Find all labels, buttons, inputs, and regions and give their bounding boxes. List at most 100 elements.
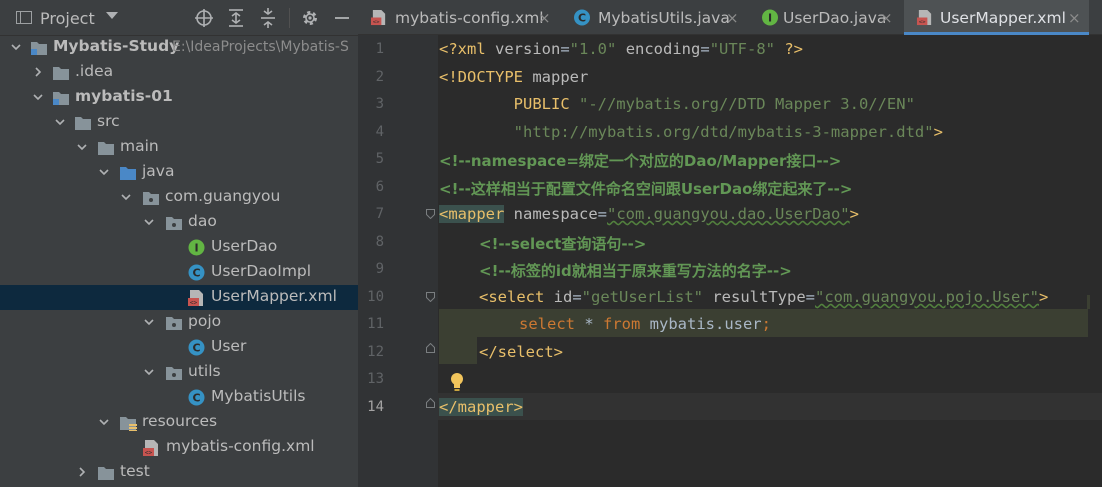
token-keyword: from	[603, 315, 641, 333]
tree-item-resources[interactable]: resources	[0, 410, 358, 435]
token-string: "com.guangyou.pojo.User"	[815, 288, 1039, 306]
tree-item-pojo[interactable]: pojo	[0, 310, 358, 335]
chevron-down-icon[interactable]	[54, 116, 66, 128]
chevron-down-icon[interactable]	[98, 166, 110, 178]
line-number: 1	[375, 41, 384, 57]
chevron-right-icon[interactable]	[76, 466, 88, 478]
project-tree: Mybatis-Study E:\IdeaProjects\Mybatis-S …	[0, 35, 358, 487]
chevron-down-icon[interactable]	[98, 416, 110, 428]
tree-item-src[interactable]: src	[0, 110, 358, 135]
token-eq: =	[560, 40, 570, 58]
fold-icon[interactable]	[426, 292, 435, 302]
tree-item-label: Mybatis-Study	[53, 37, 180, 55]
tab-mybatis-config-xml[interactable]: <> mybatis-config.xml ×	[358, 0, 558, 35]
chevron-down-icon[interactable]	[120, 191, 132, 203]
module-folder-icon	[53, 92, 69, 105]
token-comment: <!--select查询语句-->	[479, 235, 647, 253]
class-icon: C	[188, 264, 205, 281]
class-icon: C	[188, 389, 205, 406]
tab-label: mybatis-config.xml	[395, 9, 544, 27]
token-tag: >	[849, 205, 859, 223]
token-attr: id	[553, 288, 573, 306]
tree-item-mybatis-01[interactable]: mybatis-01	[0, 85, 358, 110]
code-line-7: <mapper namespace="com.guangyou.dao.User…	[439, 205, 859, 223]
token-semicolon: ;	[761, 315, 771, 333]
line-number: 13	[367, 371, 384, 387]
xml-file-icon: <>	[916, 9, 932, 26]
chevron-down-icon[interactable]	[32, 91, 44, 103]
chevron-down-icon[interactable]	[76, 141, 88, 153]
token-doctype: <!DOCTYPE	[439, 68, 533, 86]
line-number: 6	[375, 179, 384, 195]
tree-item-idea[interactable]: .idea	[0, 60, 358, 85]
tree-item-label: MybatisUtils	[211, 387, 306, 405]
tree-item-main[interactable]: main	[0, 135, 358, 160]
tree-item-mybatis-config-xml[interactable]: <> mybatis-config.xml	[0, 435, 358, 460]
tree-item-userdaoimpl[interactable]: C UserDaoImpl	[0, 260, 358, 285]
tab-userdao-java[interactable]: I UserDao.java ×	[749, 0, 903, 35]
tree-item-user[interactable]: C User	[0, 335, 358, 360]
chevron-down-icon[interactable]	[143, 216, 155, 228]
code-editor[interactable]: 1 2 3 4 5 6 7 8 9 10 11 12 13 14 <?xml v…	[358, 35, 1102, 487]
minimize-icon[interactable]	[332, 8, 352, 28]
token-comment: <!--namespace=绑定一个对应的Dao/Mapper接口-->	[439, 152, 842, 170]
code-line-3: PUBLIC "-//mybatis.org//DTD Mapper 3.0//…	[439, 95, 915, 113]
chevron-down-icon[interactable]	[106, 12, 118, 19]
fold-icon[interactable]	[426, 209, 435, 219]
tree-item-label: mybatis-config.xml	[166, 437, 315, 455]
folder-icon	[75, 117, 91, 130]
close-icon[interactable]: ×	[538, 9, 551, 27]
token-string: "com.guangyou.dao.UserDao"	[607, 205, 850, 223]
close-icon[interactable]: ×	[1068, 9, 1081, 27]
lightbulb-icon[interactable]	[448, 372, 466, 392]
token-string: "-//mybatis.org//DTD Mapper 3.0//EN"	[578, 95, 915, 113]
tree-item-usermapper-xml[interactable]: <> UserMapper.xml	[0, 285, 358, 310]
unfold-icon[interactable]	[426, 398, 435, 408]
tree-item-label: User	[211, 337, 247, 355]
token-comment: <!--这样相当于配置文件命名空间跟UserDao绑定起来了-->	[439, 180, 853, 198]
expand-all-icon[interactable]	[226, 8, 246, 28]
svg-text:<>: <>	[145, 450, 153, 457]
chevron-down-icon[interactable]	[143, 366, 155, 378]
locate-file-icon[interactable]	[194, 8, 214, 28]
tree-item-label: java	[142, 162, 175, 180]
tree-item-java[interactable]: java	[0, 160, 358, 185]
token-string: "UTF-8"	[709, 40, 776, 58]
package-icon	[166, 217, 182, 230]
xml-file-icon: <>	[143, 440, 158, 457]
chevron-right-icon[interactable]	[32, 66, 44, 78]
gear-icon[interactable]	[300, 8, 320, 28]
project-tool-window: Project Mybatis-Study E:\IdeaProjects\My…	[0, 0, 358, 487]
resources-folder-icon	[120, 417, 137, 431]
select-statement-highlight-edge	[439, 337, 477, 364]
tree-item-mybatisutils[interactable]: C MybatisUtils	[0, 385, 358, 410]
close-icon[interactable]: ×	[880, 9, 893, 27]
svg-text:C: C	[578, 12, 586, 25]
folder-icon	[98, 142, 114, 155]
code-line-2: <!DOCTYPE mapper	[439, 68, 588, 86]
chevron-down-icon[interactable]	[10, 41, 22, 53]
close-icon[interactable]: ×	[726, 9, 739, 27]
line-number: 11	[367, 316, 384, 332]
tree-item-com-guangyou[interactable]: com.guangyou	[0, 185, 358, 210]
current-line-highlight	[438, 393, 1102, 420]
chevron-down-icon[interactable]	[143, 316, 155, 328]
tab-mybatisutils-java[interactable]: C MybatisUtils.java ×	[561, 0, 749, 35]
tree-item-label: UserDao	[211, 237, 278, 255]
project-panel-title[interactable]: Project	[40, 9, 95, 28]
tree-item-dao[interactable]: dao	[0, 210, 358, 235]
module-folder-icon	[31, 42, 47, 55]
token-tag: >	[1038, 288, 1049, 306]
collapse-all-icon[interactable]	[258, 8, 278, 28]
tree-item-mybatis-study[interactable]: Mybatis-Study E:\IdeaProjects\Mybatis-S	[0, 35, 358, 60]
tree-item-label: UserDaoImpl	[211, 262, 312, 280]
tree-item-userdao[interactable]: I UserDao	[0, 235, 358, 260]
tree-item-utils[interactable]: utils	[0, 360, 358, 385]
unfold-icon[interactable]	[426, 343, 435, 353]
tab-usermapper-xml[interactable]: <> UserMapper.xml ×	[904, 0, 1089, 35]
tree-item-test[interactable]: test	[0, 460, 358, 485]
package-icon	[143, 192, 159, 205]
token-attr: namespace	[504, 205, 598, 223]
